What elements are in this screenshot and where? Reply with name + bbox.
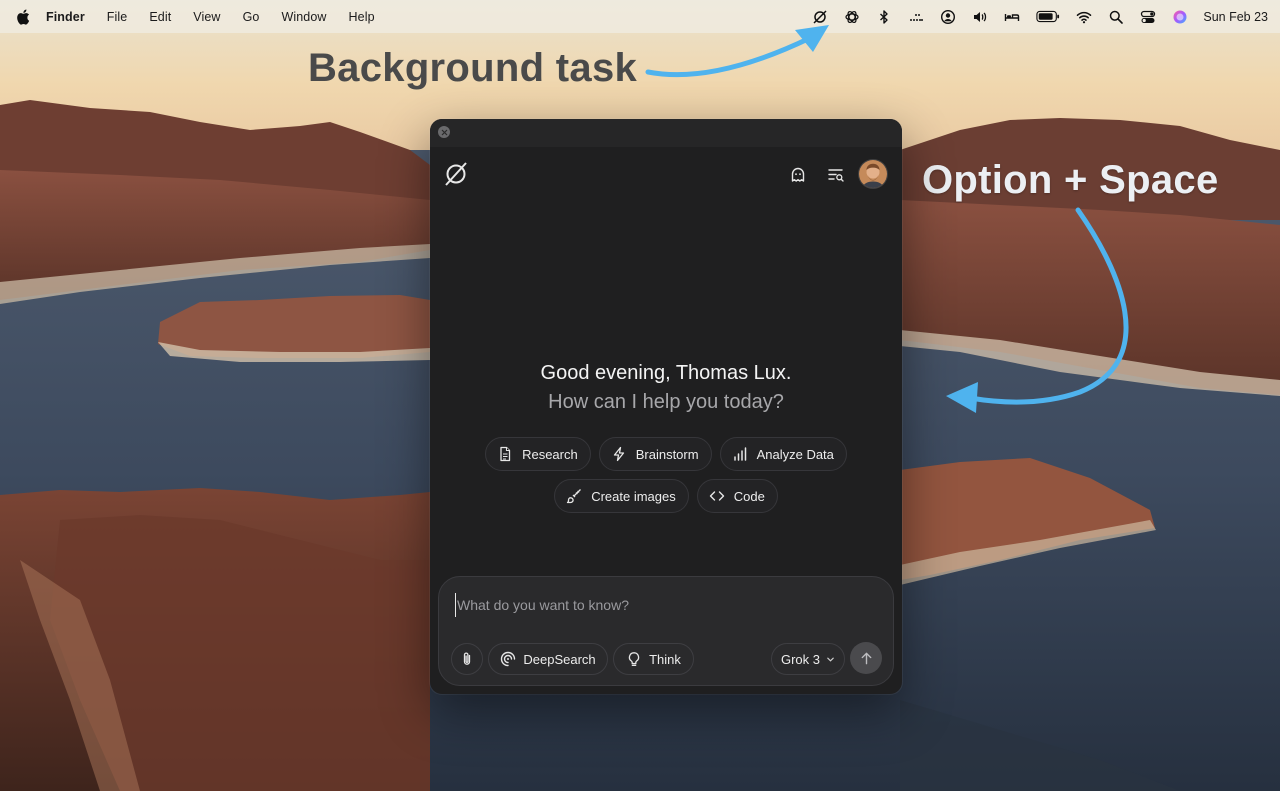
- suggestion-chips-row-1: Research Brainstorm Analyze Data: [430, 437, 902, 471]
- menu-window[interactable]: Window: [281, 10, 326, 24]
- ghost-icon: [791, 167, 805, 182]
- history-search-icon: [828, 169, 844, 182]
- research-chip-label: Research: [522, 446, 578, 462]
- search-icon[interactable]: [1107, 8, 1125, 26]
- window-titlebar[interactable]: [430, 119, 902, 147]
- chatgpt-icon[interactable]: [843, 8, 861, 26]
- menu-bar-status-area: Sun Feb 23: [797, 0, 1280, 33]
- close-window-button[interactable]: [438, 126, 450, 138]
- deepsearch-icon: [500, 651, 516, 667]
- annotation-option-space: Option + Space: [922, 158, 1219, 202]
- menu-bar-clock[interactable]: Sun Feb 23: [1203, 10, 1268, 24]
- deepsearch-button[interactable]: DeepSearch: [488, 643, 608, 675]
- document-icon: [496, 445, 514, 463]
- grok-logo-icon: [445, 162, 467, 186]
- control-center-icon[interactable]: [1139, 8, 1157, 26]
- menu-file[interactable]: File: [107, 10, 128, 24]
- bluetooth-icon[interactable]: [875, 8, 893, 26]
- grok-icon[interactable]: [811, 8, 829, 26]
- code-chip-label: Code: [733, 488, 765, 504]
- prompt-input[interactable]: [455, 593, 877, 617]
- menu-edit[interactable]: Edit: [149, 10, 171, 24]
- lightning-icon: [610, 445, 628, 463]
- private-chat-button[interactable]: [787, 164, 809, 186]
- user-avatar[interactable]: [859, 160, 887, 188]
- think-label: Think: [649, 651, 681, 667]
- create-images-chip-label: Create images: [591, 488, 676, 504]
- dots-icon[interactable]: [907, 8, 925, 26]
- siri-icon[interactable]: [1171, 8, 1189, 26]
- model-selector[interactable]: Grok 3: [771, 643, 845, 675]
- greeting-subtitle: How can I help you today?: [548, 391, 784, 413]
- analyze-data-chip-label: Analyze Data: [756, 446, 834, 462]
- greeting-title: Good evening, Thomas Lux.: [540, 362, 792, 384]
- paperclip-icon: [463, 652, 471, 665]
- model-selector-label: Grok 3: [780, 651, 820, 667]
- window-header: [430, 147, 902, 203]
- menu-go[interactable]: Go: [243, 10, 260, 24]
- menu-app-name[interactable]: Finder: [46, 10, 85, 24]
- battery-icon[interactable]: [1035, 8, 1061, 26]
- wifi-icon[interactable]: [1075, 8, 1093, 26]
- think-button[interactable]: Think: [613, 643, 694, 675]
- volume-icon[interactable]: [971, 8, 989, 26]
- attach-button[interactable]: [451, 643, 483, 675]
- create-images-chip[interactable]: Create images: [554, 479, 689, 513]
- bed-icon[interactable]: [1003, 8, 1021, 26]
- chevron-down-icon: [826, 655, 835, 664]
- message-composer: DeepSearch Think Grok 3: [438, 576, 894, 686]
- menu-bar: Finder File Edit View Go Window Help Sun…: [0, 0, 1280, 33]
- send-button[interactable]: [850, 642, 882, 674]
- code-chip[interactable]: Code: [696, 479, 778, 513]
- grok-window: Good evening, Thomas Lux. How can I help…: [430, 119, 902, 694]
- paintbrush-icon: [565, 487, 583, 505]
- suggestion-chips-row-2: Create images Code: [430, 479, 902, 513]
- deepsearch-label: DeepSearch: [523, 651, 596, 667]
- menu-bar-left: Finder File Edit View Go Window Help: [0, 0, 397, 33]
- menu-view[interactable]: View: [193, 10, 220, 24]
- research-chip[interactable]: Research: [485, 437, 591, 471]
- annotation-background-task: Background task: [308, 46, 638, 90]
- menu-help[interactable]: Help: [349, 10, 375, 24]
- account-icon[interactable]: [939, 8, 957, 26]
- lightbulb-icon: [626, 651, 642, 667]
- brainstorm-chip[interactable]: Brainstorm: [598, 437, 712, 471]
- arrow-up-icon: [861, 652, 871, 664]
- code-icon: [708, 487, 726, 505]
- greeting: Good evening, Thomas Lux. How can I help…: [430, 359, 902, 417]
- analyze-data-chip[interactable]: Analyze Data: [719, 437, 847, 471]
- apple-menu-icon[interactable]: [16, 9, 30, 25]
- close-icon: [441, 129, 447, 135]
- brainstorm-chip-label: Brainstorm: [635, 446, 699, 462]
- bar-chart-icon: [731, 445, 749, 463]
- chat-history-button[interactable]: [825, 164, 847, 186]
